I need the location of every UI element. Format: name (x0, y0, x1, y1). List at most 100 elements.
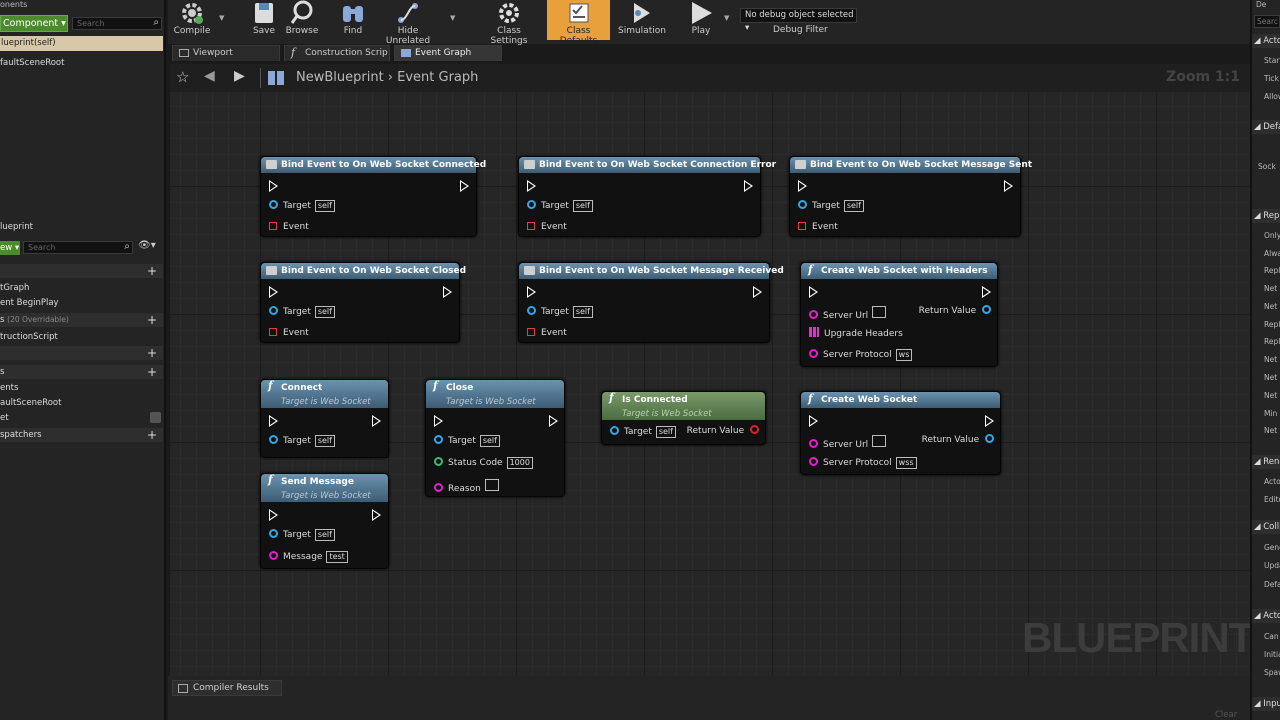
reason-pin[interactable]: Reason (434, 479, 499, 495)
event-dispatchers-section[interactable]: spatchers + (0, 428, 163, 442)
server-url-pin[interactable]: Server Url (809, 306, 887, 322)
visibility-eye-icon[interactable]: 👁▾ (138, 240, 156, 251)
target-pin[interactable]: Target self (269, 306, 335, 318)
scene-root-variable[interactable]: aultSceneRoot (0, 398, 61, 408)
bind-closed-node[interactable]: Bind Event to On Web Socket Closed Targe… (260, 262, 466, 343)
target-pin[interactable]: Target self (434, 435, 500, 447)
exec-out-pin[interactable] (460, 180, 469, 192)
add-new-button[interactable]: ew ▾ (0, 241, 20, 255)
blueprint-search-input[interactable]: Search ⌕ (23, 241, 133, 254)
create-websocket-with-headers-node[interactable]: f Create Web Socket with Headers Server U… (800, 262, 998, 367)
clear-button[interactable]: Clear (1215, 710, 1237, 720)
exec-out-pin[interactable] (985, 415, 994, 427)
tab-compiler-results[interactable]: Compiler Results (172, 680, 282, 696)
tab-viewport[interactable]: Viewport (172, 45, 280, 61)
exec-in-pin[interactable] (527, 180, 536, 192)
back-arrow-icon[interactable]: ◀ (204, 68, 215, 84)
hide-unrelated-button[interactable]: Hide Unrelated (377, 0, 439, 46)
favorite-star-icon[interactable]: ☆ (176, 68, 189, 86)
exec-out-pin[interactable] (443, 286, 452, 298)
upgrade-headers-pin[interactable]: Upgrade Headers (809, 327, 903, 340)
components-group[interactable]: ents (0, 383, 18, 393)
exec-in-pin[interactable] (269, 415, 278, 427)
close-node[interactable]: f Close Target is Web Socket Target self St… (425, 379, 565, 497)
graphs-section[interactable]: + (0, 264, 163, 278)
find-button[interactable]: Find (338, 0, 368, 36)
class-settings-button[interactable]: Class Settings (478, 0, 540, 46)
compile-button[interactable]: Compile (173, 0, 211, 36)
section-input[interactable]: ◢ Inpu (1252, 697, 1280, 711)
component-scene-root[interactable]: faultSceneRoot (0, 58, 64, 68)
debug-object-select[interactable]: No debug object selected ▾ (740, 8, 857, 33)
exec-out-pin[interactable] (1004, 180, 1013, 192)
target-pin[interactable]: Target self (269, 529, 335, 541)
component-self-row[interactable]: lueprint(self) (0, 36, 163, 51)
target-pin[interactable]: Target self (527, 306, 593, 318)
hide-unrelated-chevron-icon[interactable]: ▼ (450, 14, 455, 22)
compile-options-chevron-icon[interactable]: ▼ (219, 14, 224, 22)
exec-in-pin[interactable] (269, 286, 278, 298)
bind-message-sent-node[interactable]: Bind Event to On Web Socket Message Sent… (789, 156, 1032, 237)
create-websocket-node[interactable]: f Create Web Socket Server Url Return Val… (800, 391, 1001, 475)
add-function-icon[interactable]: + (147, 313, 157, 327)
section-actor[interactable]: ◢ Acto (1252, 609, 1280, 623)
macros-section[interactable]: + (0, 346, 163, 360)
exec-in-pin[interactable] (269, 180, 278, 192)
status-code-pin[interactable]: Status Code 1000 (434, 457, 533, 469)
simulation-button[interactable]: Simulation (618, 0, 666, 36)
bind-connection-error-node[interactable]: Bind Event to On Web Socket Connection E… (518, 156, 776, 237)
breadcrumb-blueprint[interactable]: NewBlueprint › Event Graph (296, 70, 478, 85)
return-value-pin[interactable]: Return Value (919, 305, 991, 317)
add-macro-icon[interactable]: + (147, 346, 157, 360)
target-pin[interactable]: Target self (527, 200, 593, 212)
server-protocol-pin[interactable]: Server Protocol ws (809, 349, 913, 361)
add-dispatcher-icon[interactable]: + (147, 428, 157, 442)
server-protocol-pin[interactable]: Server Protocol wss (809, 457, 917, 469)
exec-out-pin[interactable] (372, 415, 381, 427)
section-rendering[interactable]: ◢ Rend (1252, 455, 1280, 469)
section-collision[interactable]: ◢ Colli (1252, 520, 1280, 534)
event-pin[interactable]: Event (527, 327, 567, 339)
target-pin[interactable]: Target self (269, 200, 335, 212)
exec-in-pin[interactable] (527, 286, 536, 298)
event-pin[interactable]: Event (798, 221, 838, 233)
bind-connected-node[interactable]: Bind Event to On Web Socket Connected Ta… (260, 156, 486, 237)
components-search-input[interactable]: Search ⌕ (72, 17, 162, 30)
event-beginplay-item[interactable]: ent BeginPlay (0, 298, 59, 308)
event-pin[interactable]: Event (527, 221, 567, 233)
play-button[interactable]: Play (684, 0, 718, 36)
tab-construction-script[interactable]: f Construction Scrip (284, 45, 390, 61)
exec-out-pin[interactable] (744, 180, 753, 192)
server-url-pin[interactable]: Server Url (809, 435, 887, 451)
save-button[interactable]: Save (250, 0, 278, 36)
class-defaults-button[interactable]: Class Defaults (547, 0, 610, 46)
exec-out-pin[interactable] (372, 509, 381, 521)
target-pin[interactable]: Target self (610, 426, 676, 438)
section-actor-tick[interactable]: ◢ Acto (1252, 34, 1280, 48)
message-pin[interactable]: Message test (269, 551, 348, 563)
details-search-input[interactable]: Searc (1254, 15, 1280, 28)
exec-out-pin[interactable] (982, 286, 991, 298)
add-variable-icon[interactable]: + (147, 365, 157, 379)
event-graph-item[interactable]: tGraph (0, 283, 29, 293)
variables-section[interactable]: s + (0, 365, 163, 379)
target-pin[interactable]: Target self (798, 200, 864, 212)
construction-script-item[interactable]: tructionScript (0, 332, 58, 342)
is-connected-node[interactable]: f Is Connected Target is Web Socket Target… (601, 391, 766, 445)
send-message-node[interactable]: f Send Message Target is Web Socket Target… (260, 473, 389, 569)
event-pin[interactable]: Event (269, 221, 309, 233)
target-pin[interactable]: Target self (269, 435, 335, 447)
add-component-button[interactable]: Component ▾ (0, 15, 68, 32)
exec-in-pin[interactable] (269, 509, 278, 521)
play-options-chevron-icon[interactable]: ▼ (724, 14, 729, 22)
event-pin[interactable]: Event (269, 327, 309, 339)
forward-arrow-icon[interactable]: ▶ (234, 68, 245, 84)
exec-out-pin[interactable] (549, 415, 558, 427)
variable-item[interactable]: et (0, 413, 9, 423)
bind-message-received-node[interactable]: Bind Event to On Web Socket Message Rece… (518, 262, 784, 343)
exec-in-pin[interactable] (434, 415, 443, 427)
section-defaults[interactable]: ◢ Defa (1252, 120, 1280, 134)
add-graph-icon[interactable]: + (147, 264, 157, 278)
exec-in-pin[interactable] (798, 180, 807, 192)
section-replication[interactable]: ◢ Repli (1252, 209, 1280, 223)
